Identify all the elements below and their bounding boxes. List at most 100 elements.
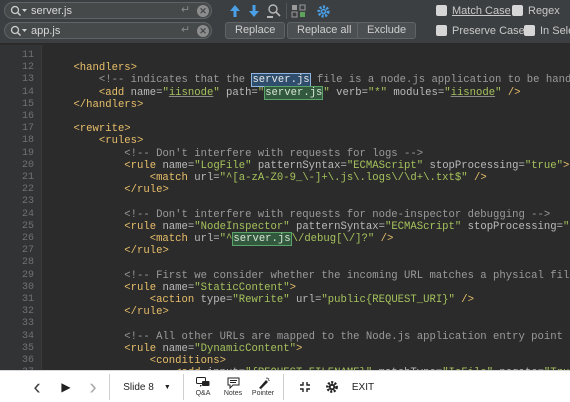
find-input[interactable] [31,4,171,17]
qa-button[interactable]: Q&A [190,371,216,402]
code-editor[interactable]: 11 12 13 14 15 16 17 18 19 20 21 22 23 24 25 26 27 28 29 30… [0,45,570,370]
code-token: <rules> [98,135,144,148]
code-token: "^[a-zA-Z0-9_\-]+\.js\.logs\/\d+\.txt$" [219,172,468,184]
code-line[interactable]: <handlers> [48,62,137,74]
code-token: name= [162,220,195,233]
code-line[interactable]: <!-- All other URLs are mapped to the No… [48,331,570,343]
code-line[interactable]: <!-- Don't interfere with requests for l… [48,148,423,160]
exclude-button[interactable]: Exclude [357,22,417,39]
code-line[interactable]: <rule name="StaticContent"> [48,282,296,294]
line-number: 26 [21,233,34,244]
clear-icon[interactable]: ✕ [197,25,209,37]
find-all-icon[interactable] [265,2,283,20]
code-token: "NodeInspector" [194,220,290,233]
code-line[interactable]: <!-- Don't interfere with requests for n… [48,209,550,221]
code-line[interactable]: <rewrite> [48,123,130,135]
code-token: url= [194,233,220,245]
code-token: <add [98,86,131,99]
code-line[interactable]: <rule name="DynamicContent"> [48,343,302,355]
chat-bubble-icon [196,377,210,387]
settings-icon[interactable] [314,2,332,20]
find-replace-toolbar: ↵ ✕ ↵ ✕ [0,0,570,44]
code-token: <action [149,294,201,306]
replace-button[interactable]: Replace [225,22,286,39]
line-number: 14 [21,86,34,98]
notes-button[interactable]: Notes [219,371,247,402]
code-token: /> [374,233,394,245]
replace-all-button[interactable]: Replace all [287,22,362,39]
code-token: name= [162,159,195,172]
replace-input[interactable] [31,24,171,37]
enter-icon: ↵ [181,24,191,36]
code-token: iisnode [168,86,214,99]
replace-field[interactable]: ↵ ✕ [4,22,212,39]
code-token: "DynamicContent" [194,342,296,355]
search-options-icon[interactable] [10,25,28,37]
line-number: 22 [21,184,34,196]
line-number: 16 [21,111,34,122]
code-line[interactable]: <action type="Rewrite" url="public{REQUE… [48,294,474,306]
code-token: "Rewrite" [232,294,290,306]
code-line[interactable]: <rule name="LogFile" patternSyntax="ECMA… [48,160,569,172]
code-line[interactable]: <!-- indicates that the server.js file i… [48,73,570,88]
checkbox-icon [436,5,447,16]
code-line[interactable]: <add name="iisnode" path="server.js" ver… [48,85,521,100]
slide-label: Slide 8 [123,381,154,393]
code-token: <match [149,233,195,245]
code-line[interactable]: <rules> [48,135,144,148]
line-number: 15 [21,98,34,110]
exit-button[interactable]: EXIT [350,371,376,402]
code-line[interactable]: <match url="^server.js\/debug[\/]?" /> [48,232,394,246]
code-token: modules= [387,86,445,99]
code-line[interactable]: <rule name="NodeInspector" patternSyntax… [48,221,570,233]
code-token: <!-- All other URLs are mapped to the No… [124,330,570,343]
slide-selector[interactable]: Slide 8 ▼ [116,371,178,402]
line-number: 30 [21,281,34,293]
select-occurrences-icon[interactable] [290,2,308,20]
notes-icon [227,377,239,389]
arrow-down-icon[interactable] [245,2,263,20]
match-case-checkbox[interactable]: Match Case [436,4,511,18]
code-line[interactable]: </rule> [48,245,169,257]
code-line[interactable]: </rule> [48,306,169,318]
code-line[interactable]: </rule> [48,184,169,196]
code-token: "true" [562,220,570,233]
code-token: "ECMAScript" [346,159,424,172]
previous-slide-icon[interactable]: ‹ [28,371,46,402]
search-options-icon[interactable] [10,5,28,17]
code-token: <!-- Don't interfere with requests for l… [124,147,424,160]
play-icon[interactable]: ▶ [56,371,76,402]
fullscreen-icon[interactable] [296,371,314,402]
code-line[interactable]: </handlers> [48,99,143,111]
pointer-button[interactable]: Pointer [249,371,277,402]
search-match: server.js [232,232,292,246]
regex-checkbox[interactable]: Regex [512,4,560,18]
chevron-down-icon: ▼ [163,383,171,391]
code-token: "^ [219,233,233,245]
code-token: <match [149,172,195,184]
code-token: "ECMAScript" [384,220,462,233]
code-token: <!-- indicates that the [98,74,252,87]
code-line[interactable]: <match url="^[a-zA-Z0-9_\-]+\.js\.logs\/… [48,172,487,184]
gear-icon[interactable] [323,371,341,402]
in-selection-checkbox[interactable]: In Selection [524,24,570,38]
find-field[interactable]: ↵ ✕ [4,2,212,19]
next-slide-icon[interactable]: › [84,371,102,402]
code-token: "*" [367,86,388,99]
clear-icon[interactable]: ✕ [197,5,209,17]
code-line[interactable]: <conditions> [48,355,226,367]
arrow-up-icon[interactable] [226,2,244,20]
code-token: <!-- First we consider whether the incom… [124,269,570,282]
preserve-case-checkbox[interactable]: Preserve Case [436,24,525,38]
enter-icon: ↵ [181,4,191,16]
line-number: 13 [21,74,34,86]
code-line[interactable]: <!-- First we consider whether the incom… [48,270,570,282]
code-token: \/debug[\/]?" [291,233,375,245]
